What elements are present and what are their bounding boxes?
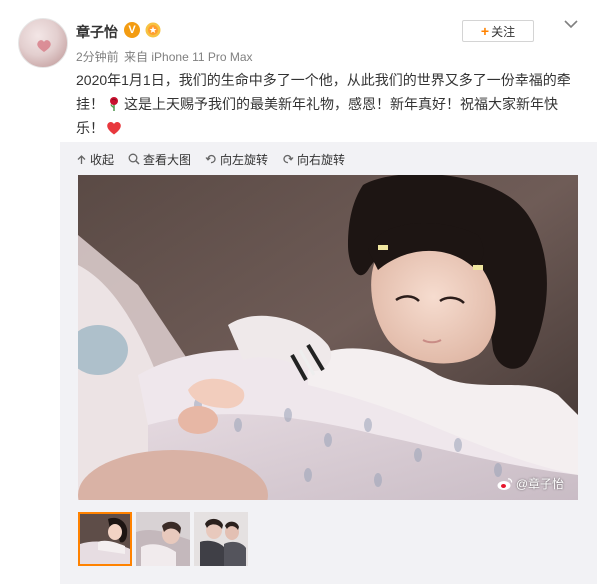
view-large-button[interactable]: 查看大图: [128, 151, 191, 168]
rotate-right-label: 向右旋转: [297, 152, 346, 167]
weibo-icon: [497, 477, 512, 490]
from-label: 来自: [124, 50, 149, 64]
collapse-label: 收起: [90, 152, 115, 167]
rotate-left-button[interactable]: 向左旋转: [205, 151, 268, 168]
rotate-left-icon: [205, 154, 216, 164]
rotate-right-button[interactable]: 向右旋转: [282, 151, 345, 168]
plus-icon: +: [480, 23, 490, 39]
media-toolbar: 收起 查看大图 向左旋转 向右旋转: [76, 150, 359, 168]
thumbnail-1[interactable]: [78, 512, 132, 566]
rose-icon: [110, 97, 118, 111]
thumbnail-girl-baby: [80, 514, 130, 564]
thumbnail-strip: [78, 512, 252, 566]
more-chevron-icon[interactable]: [562, 17, 580, 31]
photo-girl-with-baby: [78, 175, 578, 500]
heart-icon: [107, 121, 121, 135]
username[interactable]: 章子怡: [76, 22, 118, 42]
follow-button[interactable]: + 关注: [462, 20, 534, 42]
thumbnail-3[interactable]: [194, 512, 248, 566]
post-text-part2: 这是上天赐予我们的最美新年礼物，感恩！新年真好！祝福大家新年快乐！: [76, 96, 558, 136]
post-meta: 2分钟前 来自 iPhone 11 Pro Max: [76, 48, 253, 65]
medal-icon[interactable]: [145, 22, 161, 38]
watermark-text: @章子怡: [515, 477, 564, 491]
avatar[interactable]: [18, 18, 68, 68]
collapse-icon: [77, 154, 86, 164]
device-name[interactable]: iPhone 11 Pro Max: [151, 50, 252, 64]
follow-label: 关注: [491, 24, 516, 39]
post-text: 2020年1月1日，我们的生命中多了一个他，从此我们的世界又多了一份幸福的牵挂！…: [76, 68, 582, 140]
avatar-heart-icon: [37, 40, 51, 52]
media-panel: 收起 查看大图 向左旋转 向右旋转 @章子怡: [60, 142, 597, 584]
rotate-right-icon: [283, 154, 294, 164]
thumbnail-photo-2: [136, 512, 190, 566]
main-photo[interactable]: @章子怡: [78, 175, 578, 500]
rotate-left-label: 向左旋转: [220, 152, 269, 167]
thumbnail-photo-3: [194, 512, 248, 566]
watermark: @章子怡: [497, 475, 564, 492]
collapse-button[interactable]: 收起: [76, 151, 114, 168]
post-time[interactable]: 2分钟前: [76, 50, 119, 64]
view-large-label: 查看大图: [143, 152, 192, 167]
verified-icon: V: [124, 22, 140, 38]
thumbnail-2[interactable]: [136, 512, 190, 566]
zoom-icon: [128, 153, 140, 165]
